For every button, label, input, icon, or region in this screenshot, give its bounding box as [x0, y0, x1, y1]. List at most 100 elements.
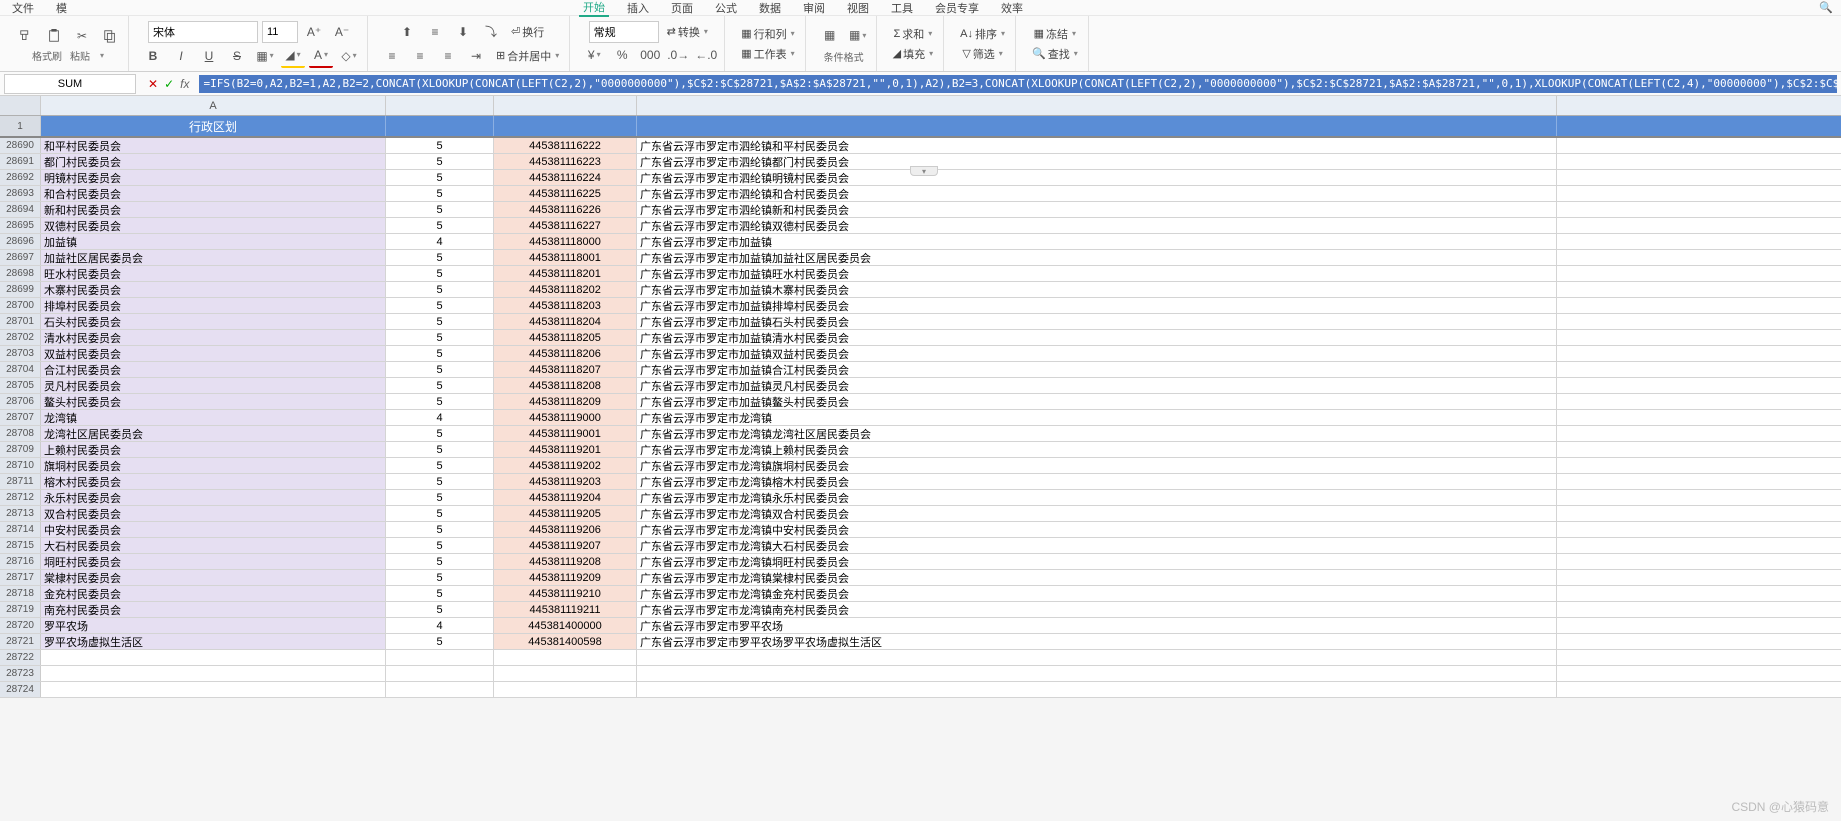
fill-button[interactable]: ◢填充▾: [889, 44, 937, 64]
cell-region-name[interactable]: 和合村民委员会: [41, 186, 386, 201]
cell[interactable]: [41, 666, 386, 681]
cell-code[interactable]: 445381119207: [494, 538, 637, 553]
cell-code[interactable]: 445381118000: [494, 234, 637, 249]
cell-region-name[interactable]: 棠棣村民委员会: [41, 570, 386, 585]
cell-region-name[interactable]: 垌旺村民委员会: [41, 554, 386, 569]
cell-level[interactable]: 5: [386, 314, 494, 329]
menu-vip[interactable]: 会员专享: [931, 0, 983, 16]
cell-level[interactable]: 5: [386, 250, 494, 265]
row-header[interactable]: 28720: [0, 618, 41, 633]
menu-formula[interactable]: 公式: [711, 0, 741, 16]
menu-review[interactable]: 审阅: [799, 0, 829, 16]
cancel-icon[interactable]: ✕: [148, 77, 158, 91]
row-header[interactable]: 28710: [0, 458, 41, 473]
col-header-b[interactable]: [386, 96, 494, 115]
row-header[interactable]: 28705: [0, 378, 41, 393]
expand-formula-icon[interactable]: ▾: [910, 166, 938, 176]
cond-format-icon[interactable]: ▦: [818, 23, 842, 47]
align-top-icon[interactable]: ⬆: [395, 20, 419, 44]
merge-button[interactable]: ⊞合并居中▾: [492, 46, 563, 66]
cell[interactable]: [41, 650, 386, 665]
cell-level[interactable]: 5: [386, 602, 494, 617]
cell-level[interactable]: 5: [386, 282, 494, 297]
menu-page[interactable]: 页面: [667, 0, 697, 16]
row-header[interactable]: 28704: [0, 362, 41, 377]
cut-icon[interactable]: ✂: [70, 24, 94, 48]
cell-level[interactable]: 5: [386, 426, 494, 441]
row-header[interactable]: 28706: [0, 394, 41, 409]
row-header-1[interactable]: 1: [0, 116, 41, 136]
cell-code[interactable]: 445381119204: [494, 490, 637, 505]
row-header[interactable]: 28696: [0, 234, 41, 249]
cell-full-path[interactable]: 广东省云浮市罗定市加益镇石头村民委员会: [637, 314, 1557, 329]
cell-code[interactable]: 445381118204: [494, 314, 637, 329]
fill-color-icon[interactable]: ◢▾: [281, 44, 305, 68]
cell-region-name[interactable]: 加益镇: [41, 234, 386, 249]
align-center-icon[interactable]: ≡: [408, 44, 432, 68]
cell-full-path[interactable]: 广东省云浮市罗定市加益镇双益村民委员会: [637, 346, 1557, 361]
cell-code[interactable]: 445381119201: [494, 442, 637, 457]
currency-icon[interactable]: ¥▾: [582, 43, 606, 67]
rows-cols-button[interactable]: ▦行和列▾: [737, 24, 798, 44]
row-header[interactable]: 28708: [0, 426, 41, 441]
row-header[interactable]: 28693: [0, 186, 41, 201]
row-header[interactable]: 28701: [0, 314, 41, 329]
font-color-icon[interactable]: A▾: [309, 44, 333, 68]
cell-full-path[interactable]: 广东省云浮市罗定市泗纶镇和平村民委员会: [637, 138, 1557, 153]
cell-full-path[interactable]: 广东省云浮市罗定市泗纶镇明镜村民委员会: [637, 170, 1557, 185]
align-right-icon[interactable]: ≡: [436, 44, 460, 68]
cell-full-path[interactable]: 广东省云浮市罗定市加益镇灵凡村民委员会: [637, 378, 1557, 393]
freeze-button[interactable]: ▦冻结▾: [1030, 24, 1080, 44]
cell-region-name[interactable]: 清水村民委员会: [41, 330, 386, 345]
cell-code[interactable]: 445381119211: [494, 602, 637, 617]
cell-full-path[interactable]: 广东省云浮市罗定市加益镇清水村民委员会: [637, 330, 1557, 345]
font-name-select[interactable]: [148, 21, 258, 43]
cell-region-name[interactable]: 都门村民委员会: [41, 154, 386, 169]
cell-full-path[interactable]: 广东省云浮市罗定市龙湾镇南充村民委员会: [637, 602, 1557, 617]
worksheet-button[interactable]: ▦工作表▾: [737, 44, 798, 64]
font-size-select[interactable]: [262, 21, 298, 43]
cell[interactable]: [637, 650, 1557, 665]
cell[interactable]: [386, 666, 494, 681]
row-header[interactable]: 28713: [0, 506, 41, 521]
cell-level[interactable]: 5: [386, 458, 494, 473]
cell-full-path[interactable]: 广东省云浮市罗定市龙湾镇金充村民委员会: [637, 586, 1557, 601]
clear-format-icon[interactable]: ◇▾: [337, 44, 361, 68]
align-bottom-icon[interactable]: ⬇: [451, 20, 475, 44]
grid[interactable]: 28690和平村民委员会5445381116222广东省云浮市罗定市泗纶镇和平村…: [0, 138, 1841, 698]
strikethrough-icon[interactable]: S: [225, 44, 249, 68]
menu-insert[interactable]: 插入: [623, 0, 653, 16]
cell-region-name[interactable]: 鳌头村民委员会: [41, 394, 386, 409]
cell-full-path[interactable]: 广东省云浮市罗定市泗纶镇都门村民委员会: [637, 154, 1557, 169]
row-header[interactable]: 28699: [0, 282, 41, 297]
row-header[interactable]: 28712: [0, 490, 41, 505]
cell[interactable]: [41, 682, 386, 697]
cell-level[interactable]: 5: [386, 330, 494, 345]
menu-template[interactable]: 模: [52, 0, 71, 16]
cell-level[interactable]: 5: [386, 138, 494, 153]
row-header[interactable]: 28692: [0, 170, 41, 185]
cell-region-name[interactable]: 双合村民委员会: [41, 506, 386, 521]
cell-code[interactable]: 445381116223: [494, 154, 637, 169]
cell[interactable]: [386, 682, 494, 697]
table-style-icon[interactable]: ▦▾: [846, 23, 870, 47]
cell-full-path[interactable]: 广东省云浮市罗定市泗纶镇新和村民委员会: [637, 202, 1557, 217]
cell-level[interactable]: 4: [386, 410, 494, 425]
cell-full-path[interactable]: 广东省云浮市罗定市加益镇旺水村民委员会: [637, 266, 1557, 281]
row-header[interactable]: 28715: [0, 538, 41, 553]
cell-region-name[interactable]: 永乐村民委员会: [41, 490, 386, 505]
cell-code[interactable]: 445381119202: [494, 458, 637, 473]
fx-icon[interactable]: fx: [180, 77, 189, 91]
cell-full-path[interactable]: 广东省云浮市罗定市罗平农场罗平农场虚拟生活区: [637, 634, 1557, 649]
cell-full-path[interactable]: 广东省云浮市罗定市加益镇加益社区居民委员会: [637, 250, 1557, 265]
cell-region-name[interactable]: 旗垌村民委员会: [41, 458, 386, 473]
row-header[interactable]: 28711: [0, 474, 41, 489]
decrease-font-icon[interactable]: A⁻: [330, 20, 354, 44]
cell-region-name[interactable]: 双益村民委员会: [41, 346, 386, 361]
cell-full-path[interactable]: 广东省云浮市罗定市泗纶镇双德村民委员会: [637, 218, 1557, 233]
cell-region-name[interactable]: 大石村民委员会: [41, 538, 386, 553]
cell-level[interactable]: 5: [386, 506, 494, 521]
menu-tools[interactable]: 工具: [887, 0, 917, 16]
cell[interactable]: [494, 682, 637, 697]
menu-file[interactable]: 文件: [8, 0, 38, 16]
